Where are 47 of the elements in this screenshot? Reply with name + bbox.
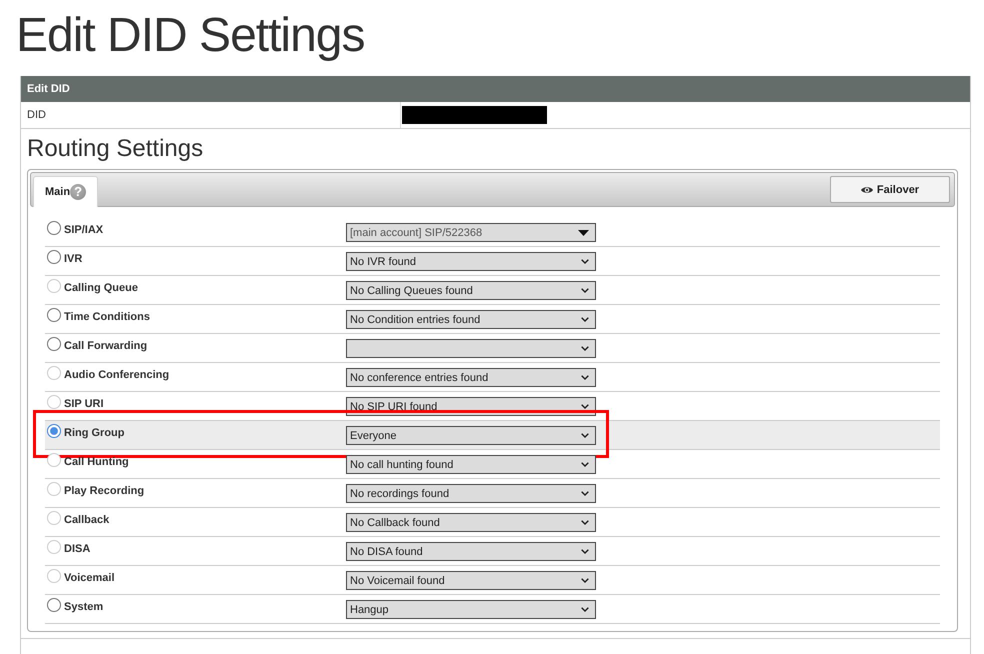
chevron-down-icon [581, 462, 589, 467]
page-title: Edit DID Settings [16, 9, 364, 63]
dropdown[interactable]: Everyone [346, 426, 596, 445]
chevron-down-icon [581, 578, 589, 583]
route-label: System [64, 601, 104, 614]
chevron-down-icon [581, 288, 589, 293]
failover-button[interactable]: Failover [830, 176, 950, 203]
eye-icon [860, 186, 873, 194]
chevron-down-icon [581, 520, 589, 525]
radio-button[interactable] [47, 221, 61, 235]
chevron-down-icon [581, 404, 589, 409]
chevron-down-icon [581, 259, 589, 264]
radio-button[interactable] [47, 337, 61, 351]
route-label: IVR [64, 253, 84, 266]
route-label: Call Forwarding [64, 340, 148, 353]
route-label: Call Hunting [64, 456, 130, 469]
panel-header: Edit DID [21, 76, 970, 102]
chevron-down-icon [581, 491, 589, 496]
dropdown[interactable] [346, 339, 596, 358]
route-label: Ring Group [64, 427, 126, 440]
chevron-down-icon [581, 549, 589, 554]
dropdown[interactable]: No IVR found [346, 252, 596, 271]
did-label: DID [21, 102, 401, 128]
route-label: Time Conditions [64, 311, 151, 324]
route-label: Calling Queue [64, 282, 139, 295]
dropdown[interactable]: Hangup [346, 600, 596, 619]
route-label: Callback [64, 514, 110, 527]
tab[interactable]: Main ? [33, 176, 98, 207]
route-label: Voicemail [64, 572, 116, 585]
chevron-down-icon [581, 375, 589, 380]
radio-button[interactable] [47, 308, 61, 322]
route-label: SIP URI [64, 398, 105, 411]
route-label: Audio Conferencing [64, 369, 170, 382]
dropdown[interactable]: No Condition entries found [346, 310, 596, 329]
chevron-down-icon [581, 346, 589, 351]
route-label: SIP/IAX [64, 224, 104, 237]
chevron-down-icon [581, 433, 589, 438]
radio-button[interactable] [47, 598, 61, 612]
triangle-down-icon [578, 230, 589, 236]
radio-button[interactable] [47, 250, 61, 264]
chevron-down-icon [581, 317, 589, 322]
radio-button[interactable] [47, 424, 61, 438]
dropdown[interactable]: [main account] SIP/522368 [346, 223, 596, 242]
chevron-down-icon [581, 607, 589, 612]
route-label: DISA [64, 543, 92, 556]
section-heading: Routing Settings [27, 134, 204, 164]
route-label: Play Recording [64, 485, 146, 498]
